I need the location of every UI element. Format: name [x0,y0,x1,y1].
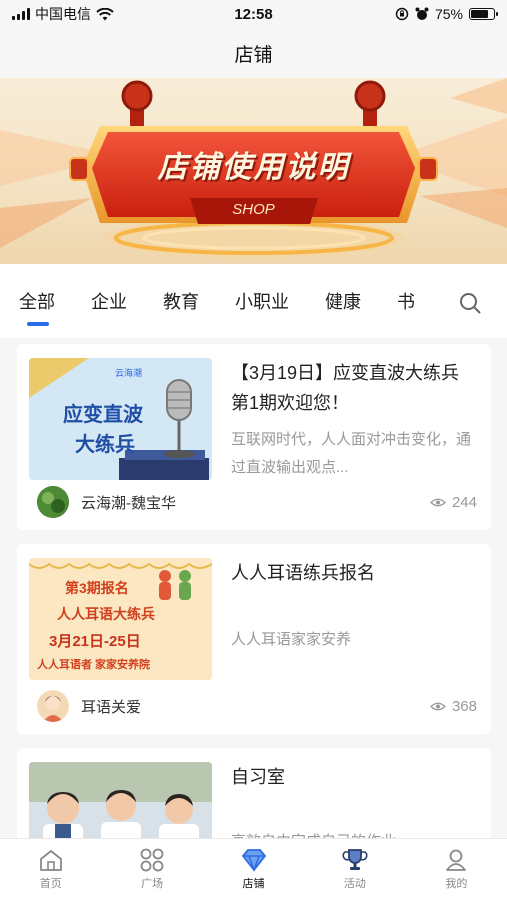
eye-icon [430,702,446,710]
tab-small-career[interactable]: 小职业 [235,288,289,314]
students-illustration [29,762,212,838]
trophy-icon [342,849,368,870]
card-footer: 云海潮-魏宝华 244 [37,486,477,518]
shop-feed: 云海潮 应变直波 大练兵 【3月19日】应变直波大练兵第1期欢迎您！ 互联网时代… [0,338,507,838]
status-right: 75% [325,6,498,22]
card-desc: 高效自由完成自己的作业 [231,828,471,838]
author-name[interactable]: 耳语关爱 [81,696,430,717]
tab-enterprise[interactable]: 企业 [91,288,127,314]
thumb-line1: 第3期报名 [65,580,129,596]
battery-percent: 75% [434,6,463,22]
rotation-lock-icon [395,7,409,21]
card-thumbnail [29,762,212,838]
card-title: 人人耳语练兵报名 [231,563,375,583]
home-icon [39,850,62,871]
thumb-line1: 应变直波 [63,404,143,426]
shop-card[interactable]: 云海潮 应变直波 大练兵 【3月19日】应变直波大练兵第1期欢迎您！ 互联网时代… [17,344,491,530]
tabbar-square[interactable]: 广场 [101,839,202,900]
thumb-line4: 人人耳语者 家家安养院 [37,659,151,671]
user-icon [446,849,467,871]
avatar[interactable] [37,486,69,518]
card-thumbnail: 第3期报名 人人耳语大练兵 3月21日-25日 人人耳语者 家家安养院 [29,558,212,680]
banner-subtitle: SHOP [232,201,275,218]
tabbar-home[interactable]: 首页 [0,839,101,900]
search-icon[interactable] [459,292,481,314]
battery-icon [469,8,498,20]
eye-icon [430,498,446,506]
tab-books[interactable]: 书 [397,288,415,314]
tabbar-label: 我的 [445,878,468,890]
thumb-line2: 大练兵 [75,434,135,456]
author-name[interactable]: 云海潮-魏宝华 [81,492,430,513]
tabbar-label: 活动 [343,878,366,890]
shop-banner[interactable]: 店铺使用说明 SHOP [0,78,507,264]
nav-header: 店铺 [0,28,507,78]
bottom-tab-bar: 首页 广场 店铺 活动 我的 [0,838,507,900]
status-bar: 中国电信 12:58 75% [0,0,507,28]
status-left: 中国电信 [12,4,182,24]
thumb-line2: 人人耳语大练兵 [57,606,155,622]
shop-card[interactable]: 第3期报名 人人耳语大练兵 3月21日-25日 人人耳语者 家家安养院 人人耳语… [17,544,491,734]
tabbar-activity[interactable]: 活动 [304,839,405,900]
thumb-line3: 3月21日-25日 [49,633,141,650]
card-footer: 耳语关爱 368 [37,690,477,722]
tabbar-shop[interactable]: 店铺 [203,839,304,900]
diamond-icon [241,849,266,872]
tab-health[interactable]: 健康 [325,288,361,314]
card-desc: 互联网时代，人人面对冲击变化，通过直波输出观点... [231,431,472,476]
tabbar-label: 店铺 [242,878,265,890]
card-thumbnail: 云海潮 应变直波 大练兵 [29,358,212,480]
wifi-icon [96,7,114,20]
page-title: 店铺 [234,44,273,66]
battery-fill [471,10,488,18]
tabbar-mine[interactable]: 我的 [406,839,507,900]
avatar[interactable] [37,690,69,722]
tab-all[interactable]: 全部 [19,288,55,326]
card-title: 【3月19日】应变直波大练兵第1期欢迎您！ [231,363,460,413]
grid-icon [140,848,164,872]
view-count-value: 368 [451,697,477,715]
carrier-label: 中国电信 [35,6,91,22]
banner-title: 店铺使用说明 [157,151,350,184]
status-time: 12:58 [234,5,273,23]
view-count-value: 244 [451,493,477,511]
shop-card[interactable]: 自习室 高效自由完成自己的作业 [17,748,491,838]
alarm-icon [415,7,429,20]
tab-education[interactable]: 教育 [163,288,199,314]
card-title: 自习室 [231,767,285,787]
card-desc: 人人耳语家家安养 [231,631,352,648]
view-count: 244 [430,494,477,511]
view-count: 368 [430,698,477,715]
thumb-brand: 云海潮 [115,368,143,378]
signal-icon [12,8,30,20]
category-tabs: 全部 企业 教育 小职业 健康 书 [0,264,507,338]
tabbar-label: 首页 [39,878,62,890]
tabbar-label: 广场 [141,878,164,890]
